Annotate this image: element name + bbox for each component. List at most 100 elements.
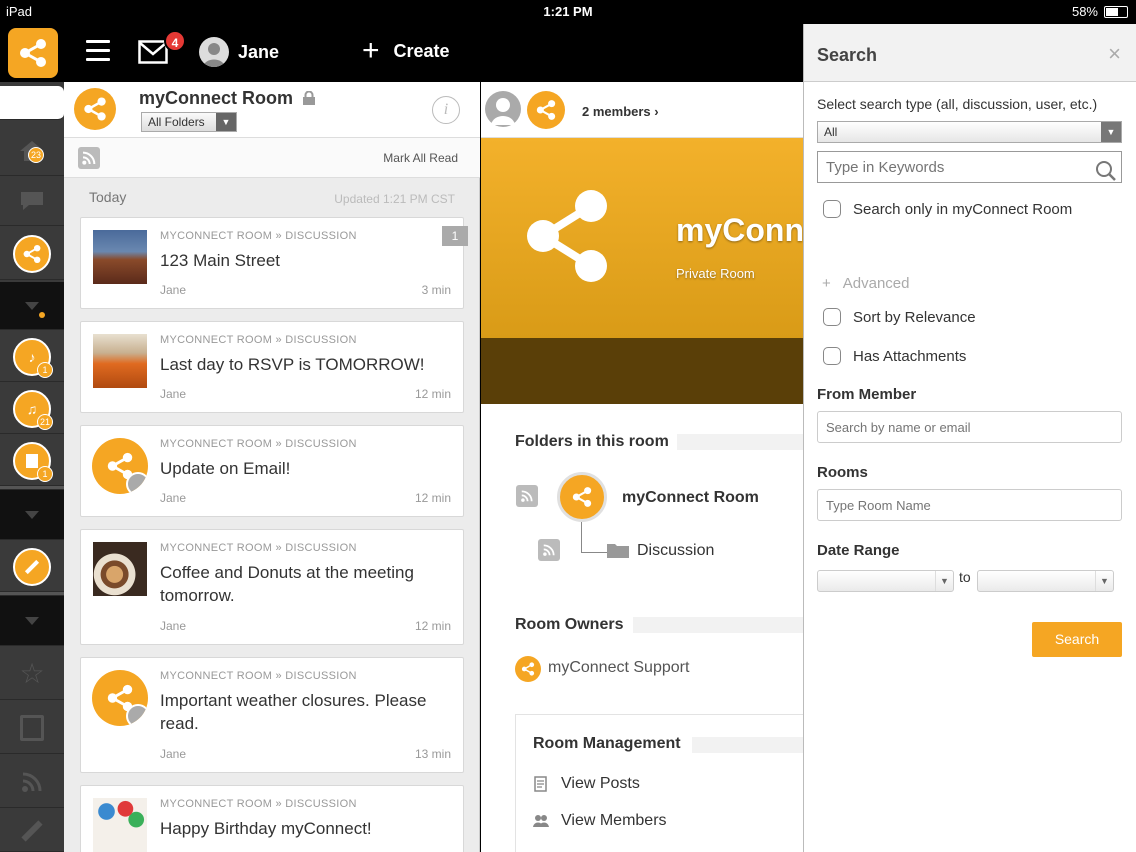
rail-rss[interactable] [0,756,64,808]
music-icon: ♫ 21 [13,389,53,430]
mark-all-read-button[interactable]: Mark All Read [383,151,458,165]
rail-favorites[interactable]: ☆ [0,648,64,700]
tree-room-link[interactable]: myConnect Room [622,489,759,507]
room-icon: ♪ 1 [13,337,53,378]
rooms-label: Rooms [817,464,868,481]
room-share-icon[interactable] [557,472,607,522]
card-author: Jane [160,491,187,505]
card-breadcrumb: MYCONNECT ROOM » DISCUSSION [160,438,357,450]
card-breadcrumb: MYCONNECT ROOM » DISCUSSION [160,230,357,242]
close-icon[interactable]: × [1108,41,1121,67]
post-thumbnail [93,798,147,852]
member-share-icon[interactable] [527,91,565,129]
share-icon [92,670,148,726]
rail-collapse-3[interactable] [0,596,64,646]
feed-card[interactable]: MYCONNECT ROOM » DISCUSSION Coffee and D… [80,529,464,645]
chevron-down-icon [25,616,39,625]
search-icon[interactable] [1095,160,1117,182]
card-time: 13 min [414,747,451,761]
rail-home[interactable]: 23 [0,126,64,176]
tree-folder-link[interactable]: Discussion [637,542,714,560]
rail-room-3[interactable]: 1 [0,436,64,486]
info-icon[interactable]: i [432,96,460,124]
rooms-input[interactable] [817,489,1122,521]
view-members-link[interactable]: View Members [533,812,667,830]
room-badge: 21 [36,413,53,430]
banner-title: myConnect Room [676,212,803,248]
date-range-label: Date Range [817,542,900,559]
only-in-room-option[interactable]: Search only in myConnect Room [823,200,1072,218]
member-avatar[interactable] [485,91,521,127]
rail-chat[interactable] [0,176,64,226]
feed-day-label: Today [89,189,127,205]
rail-collapse-2[interactable] [0,490,64,540]
rail-room-active[interactable] [0,228,64,280]
lock-icon [303,91,315,105]
rss-icon [22,772,42,792]
rss-icon[interactable] [78,147,100,169]
card-title: Important weather closures. Please read. [160,691,427,733]
activity-feed: myConnect Room All Folders ▼ i Mark All … [64,82,480,852]
feed-card[interactable]: MYCONNECT ROOM » DISCUSSION Happy Birthd… [80,785,464,852]
page-icon [20,714,44,741]
rail-edit[interactable] [0,810,64,852]
rail-search-slot[interactable] [0,86,64,120]
share-icon [92,438,148,494]
search-button[interactable]: Search [1032,622,1122,657]
card-time: 12 min [414,619,451,633]
card-title: 123 Main Street [160,251,281,270]
view-posts-link[interactable]: View Posts [533,775,640,793]
has-attachments-option[interactable]: Has Attachments [823,347,966,365]
owner-name[interactable]: myConnect Support [548,659,689,677]
rail-collapse-1[interactable] [0,282,64,330]
feed-toolbar: Mark All Read [64,138,480,178]
chevron-down-icon [25,301,39,310]
from-member-input[interactable] [817,411,1122,443]
folder-select[interactable]: All Folders ▼ [141,112,237,132]
card-author: Jane [160,747,187,761]
members-link[interactable]: 2 members › [582,104,659,119]
rss-icon[interactable] [516,485,538,507]
advanced-toggle[interactable]: + Advanced [822,275,909,292]
rail-room-1[interactable]: ♪ 1 [0,332,64,382]
view-posts-label: View Posts [561,775,640,792]
create-button[interactable]: + Create [362,36,450,66]
rss-icon[interactable] [538,539,560,561]
owner-share-icon [515,656,541,682]
card-title: Coffee and Donuts at the meeting tomorro… [160,563,414,605]
sort-relevance-option[interactable]: Sort by Relevance [823,308,976,326]
view-members-label: View Members [561,812,667,829]
keywords-input[interactable] [817,151,1122,183]
card-time: 12 min [414,387,451,401]
search-type-label: Select search type (all, discussion, use… [817,96,1098,112]
user-avatar[interactable] [199,37,229,67]
banner-footer [481,338,803,404]
post-thumbnail [93,542,147,596]
feed-card[interactable]: MYCONNECT ROOM » DISCUSSION Update on Em… [80,425,464,517]
card-author: Jane [160,619,187,633]
date-to-label: to [959,569,971,585]
hammer-icon [13,547,51,586]
only-in-room-checkbox[interactable] [823,200,841,218]
has-attachments-checkbox[interactable] [823,347,841,365]
user-name[interactable]: Jane [238,42,279,63]
sort-relevance-checkbox[interactable] [823,308,841,326]
rail-pages[interactable] [0,702,64,754]
feed-card[interactable]: MYCONNECT ROOM » DISCUSSION Last day to … [80,321,464,413]
post-thumbnail [93,334,147,388]
rail-room-2[interactable]: ♫ 21 [0,384,64,434]
status-bar: iPad 1:21 PM 58% [0,0,1136,24]
chevron-down-icon: ▼ [1101,122,1121,142]
date-to-select[interactable]: ▼ [977,570,1114,592]
menu-icon[interactable] [86,40,110,62]
battery-icon [1104,6,1128,18]
search-type-select[interactable]: All ▼ [817,121,1122,143]
app-logo-share-icon[interactable] [8,28,58,78]
feed-card[interactable]: MYCONNECT ROOM » DISCUSSION 123 Main Str… [80,217,468,309]
chat-icon [21,191,43,210]
date-from-select[interactable]: ▼ [817,570,954,592]
rail-hammer[interactable] [0,542,64,592]
section-divider [633,617,803,633]
card-time: 3 min [421,283,451,297]
feed-card[interactable]: MYCONNECT ROOM » DISCUSSION Important we… [80,657,464,773]
